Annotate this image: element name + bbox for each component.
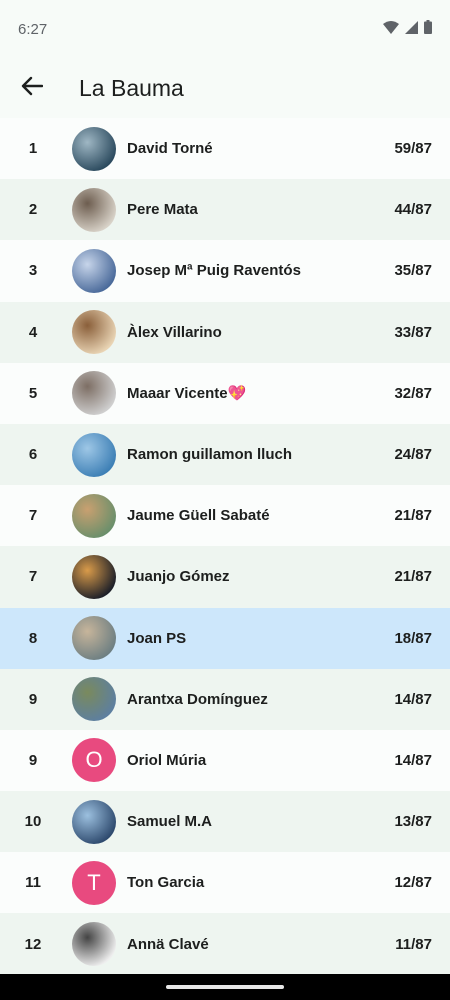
user-score: 13/87 — [394, 813, 432, 831]
user-score: 44/87 — [394, 201, 432, 219]
photo-avatar — [72, 922, 116, 967]
status-bar: 6:27 — [0, 0, 450, 58]
photo-avatar — [72, 310, 116, 355]
user-score: 59/87 — [394, 140, 432, 158]
user-score: 21/87 — [394, 507, 432, 525]
user-score: 11/87 — [395, 935, 432, 953]
user-score: 32/87 — [394, 384, 432, 402]
photo-avatar — [72, 616, 116, 661]
user-name: Maaar Vicente💖 — [127, 385, 247, 403]
user-score: 18/87 — [394, 629, 432, 647]
arrow-back-icon — [21, 75, 44, 102]
rank-number: 7 — [28, 507, 38, 525]
user-name: Joan PS — [127, 629, 187, 647]
user-name: Ramon guillamon lluch — [127, 446, 293, 464]
photo-avatar — [72, 248, 116, 293]
status-icons — [383, 20, 432, 38]
ranking-row[interactable]: 8 Joan PS 18/87 — [0, 607, 450, 669]
ranking-row[interactable]: 7 Juanjo Gómez 21/87 — [0, 546, 450, 608]
user-score: 14/87 — [394, 690, 432, 708]
ranking-row[interactable]: 3 Josep Mª Puig Raventós 35/87 — [0, 240, 450, 302]
photo-avatar — [72, 187, 116, 232]
user-score: 24/87 — [394, 446, 432, 464]
user-name: Oriol Múria — [127, 751, 207, 769]
avatar-letter: O — [85, 747, 103, 773]
letter-avatar: T — [72, 860, 116, 905]
page-title: La Bauma — [79, 74, 184, 101]
ranking-row[interactable]: 4 Àlex Villarino 33/87 — [0, 301, 450, 363]
rank-number: 3 — [28, 262, 38, 280]
ranking-row[interactable]: 7 Jaume Güell Sabaté 21/87 — [0, 485, 450, 547]
rank-number: 5 — [28, 384, 38, 402]
photo-avatar — [72, 677, 116, 722]
user-name: Arantxa Domínguez — [127, 690, 268, 708]
ranking-row[interactable]: 10 Samuel M.A 13/87 — [0, 791, 450, 853]
rank-number: 6 — [28, 446, 38, 464]
photo-avatar — [72, 554, 116, 599]
user-name: David Torné — [127, 140, 213, 158]
ranking-row[interactable]: 2 Pere Mata 44/87 — [0, 179, 450, 241]
status-time: 6:27 — [18, 20, 48, 38]
user-score: 35/87 — [394, 262, 432, 280]
ranking-row[interactable]: 11 T Ton Garcia 12/87 — [0, 852, 450, 914]
rank-number: 11 — [25, 874, 41, 892]
user-score: 21/87 — [394, 568, 432, 586]
user-score: 12/87 — [394, 874, 432, 892]
user-name: Annä Clavé — [127, 935, 209, 953]
user-name: Jaume Güell Sabaté — [127, 507, 270, 525]
rank-number: 8 — [28, 629, 38, 647]
ranking-row[interactable]: 12 Annä Clavé 11/87 — [0, 913, 450, 975]
rank-number: 9 — [28, 690, 38, 708]
user-name: Samuel M.A — [127, 813, 213, 831]
photo-avatar — [72, 371, 116, 416]
rank-number: 12 — [24, 935, 42, 953]
rank-number: 4 — [28, 323, 38, 341]
wifi-icon — [383, 20, 399, 38]
user-score: 14/87 — [394, 751, 432, 769]
battery-icon — [424, 20, 432, 38]
ranking-row[interactable]: 5 Maaar Vicente💖 32/87 — [0, 362, 450, 424]
avatar-letter: T — [87, 869, 101, 895]
photo-avatar — [72, 493, 116, 538]
system-nav-bar — [0, 974, 450, 1000]
photo-avatar — [72, 799, 116, 844]
rank-number: 10 — [24, 813, 42, 831]
rank-number: 2 — [28, 201, 38, 219]
rank-number: 7 — [28, 568, 38, 586]
user-name: Pere Mata — [127, 201, 198, 219]
rank-number: 9 — [28, 751, 38, 769]
user-name: Juanjo Gómez — [127, 568, 230, 586]
user-name: Josep Mª Puig Raventós — [127, 262, 301, 280]
letter-avatar: O — [72, 738, 116, 783]
rank-number: 1 — [28, 140, 38, 158]
photo-avatar — [72, 126, 116, 171]
home-gesture-handle[interactable] — [166, 985, 284, 989]
ranking-row[interactable]: 9 Arantxa Domínguez 14/87 — [0, 668, 450, 730]
ranking-row[interactable]: 1 David Torné 59/87 — [0, 118, 450, 180]
signal-icon — [405, 20, 418, 38]
user-score: 33/87 — [394, 323, 432, 341]
ranking-list: 1 David Torné 59/87 2 Pere Mata 44/87 3 Josep M… — [0, 118, 450, 975]
user-name: Àlex Villarino — [127, 323, 222, 341]
ranking-row[interactable]: 9 O Oriol Múria 14/87 — [0, 729, 450, 792]
back-button[interactable] — [18, 74, 46, 102]
app-bar: La Bauma — [0, 58, 450, 118]
ranking-row[interactable]: 6 Ramon guillamon lluch 24/87 — [0, 423, 450, 486]
user-name: Ton Garcia — [127, 874, 205, 892]
photo-avatar — [72, 432, 116, 477]
